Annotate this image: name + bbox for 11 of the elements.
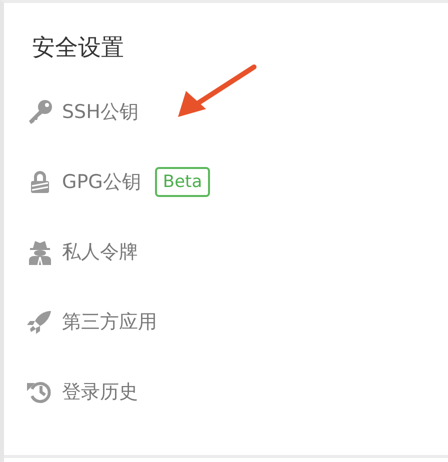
section-title: 安全设置 xyxy=(31,34,125,63)
menu-item[interactable]: 第三方应用 xyxy=(62,308,157,336)
history-icon xyxy=(26,379,54,405)
rocket-icon xyxy=(26,309,54,335)
spy-icon xyxy=(26,239,54,265)
menu-item[interactable]: 登录历史 xyxy=(62,378,138,406)
key-icon xyxy=(26,99,54,125)
menu-item[interactable]: SSH公钥 xyxy=(62,98,138,126)
menu-item[interactable]: 私人令牌 xyxy=(62,238,138,266)
menu-item[interactable]: GPG公钥 xyxy=(62,168,141,196)
beta-tag: Beta xyxy=(154,167,210,197)
